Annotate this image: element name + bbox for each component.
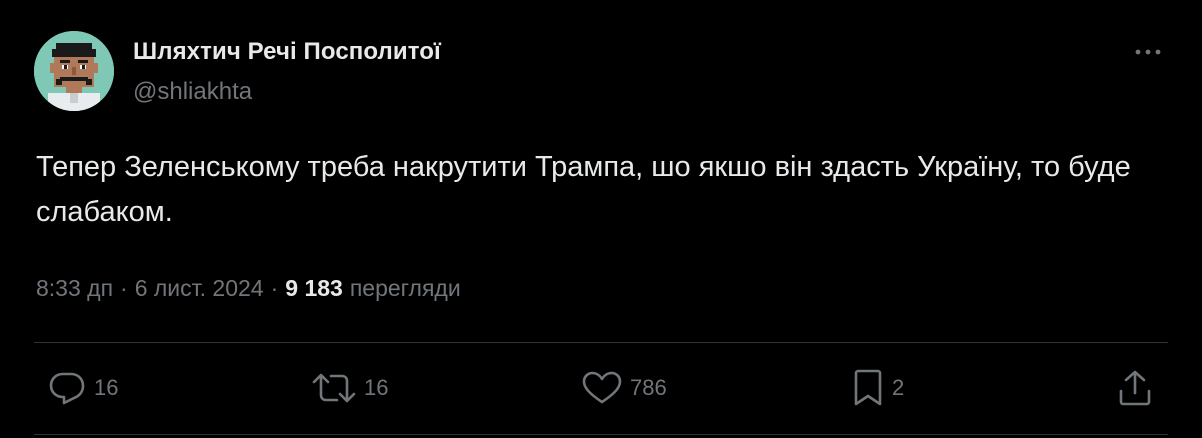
tweet-meta: 8:33 дп · 6 лист. 2024 · 9 183 перегляди xyxy=(36,275,461,302)
tweet-text: Тепер Зеленському треба накрутити Трампа… xyxy=(36,151,1131,228)
share-button[interactable] xyxy=(1118,366,1152,410)
tweet-card: Шляхтич Речі Посполитої @shliakhta Тепер… xyxy=(0,0,1202,438)
views-count[interactable]: 9 183 xyxy=(285,275,343,302)
action-bar: 16 16 786 2 xyxy=(0,366,1202,410)
author-handle[interactable]: @shliakhta xyxy=(133,78,252,106)
like-count: 786 xyxy=(630,375,667,400)
share-icon xyxy=(1119,370,1151,406)
tweet-time[interactable]: 8:33 дп xyxy=(36,275,113,302)
views-label: перегляди xyxy=(349,275,461,301)
more-horizontal-icon xyxy=(1135,49,1161,55)
meta-separator: · xyxy=(120,275,128,301)
reply-count: 16 xyxy=(94,375,119,400)
meta-separator: · xyxy=(270,275,279,301)
bottom-divider xyxy=(34,434,1168,435)
repost-count: 16 xyxy=(364,375,389,400)
bookmark-button[interactable]: 2 xyxy=(852,366,904,410)
bookmark-count: 2 xyxy=(892,375,905,400)
more-options-button[interactable] xyxy=(1128,40,1168,64)
avatar-pixel-face-icon xyxy=(34,31,114,111)
reply-button[interactable]: 16 xyxy=(48,366,118,410)
bookmark-icon xyxy=(854,369,882,406)
repost-button[interactable]: 16 xyxy=(312,366,388,410)
tweet-date[interactable]: 6 лист. 2024 xyxy=(135,275,264,302)
reply-icon xyxy=(49,372,85,405)
author-name[interactable]: Шляхтич Речі Посполитої xyxy=(133,38,441,66)
divider xyxy=(34,342,1168,343)
avatar[interactable] xyxy=(34,31,114,111)
like-button[interactable]: 786 xyxy=(582,366,667,410)
repost-icon xyxy=(312,373,356,403)
heart-icon xyxy=(582,371,622,404)
